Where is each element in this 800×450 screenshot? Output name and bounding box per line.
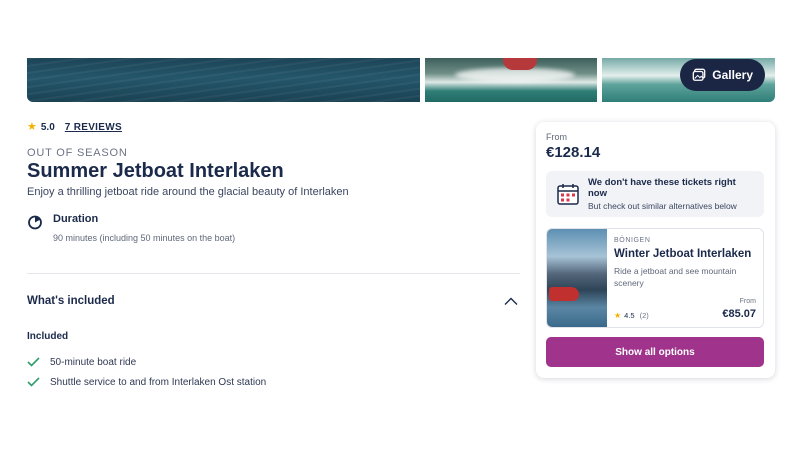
- included-list: 50-minute boat ride Shuttle service to a…: [27, 352, 266, 392]
- included-subheading: Included: [27, 331, 69, 342]
- gallery-button-label: Gallery: [712, 68, 753, 82]
- duration-value: 90 minutes (including 50 minutes on the …: [53, 233, 236, 243]
- jetboat-shape: [503, 58, 537, 70]
- included-item: 50-minute boat ride: [27, 352, 266, 372]
- calendar-unavailable-icon: [557, 184, 579, 205]
- section-divider: [27, 273, 520, 274]
- timer-icon: [28, 215, 42, 230]
- reviews-link[interactable]: 7 REVIEWS: [65, 122, 122, 133]
- boat-spray: [455, 68, 575, 82]
- alternative-from-label: From: [739, 298, 756, 305]
- included-item: Shuttle service to and from Interlaken O…: [27, 372, 266, 392]
- rating-value: 5.0: [40, 122, 55, 133]
- price-value: €128.14: [546, 144, 601, 161]
- star-icon: ★: [614, 310, 622, 320]
- alternative-rating-value: 4.5: [624, 311, 635, 320]
- page-title: Summer Jetboat Interlaken: [27, 160, 284, 182]
- alternative-rating: ★ 4.5 (2): [614, 311, 649, 320]
- booking-card: From €128.14 We don't have these tickets…: [536, 122, 775, 378]
- alternative-price: €85.07: [722, 308, 756, 320]
- duration-label: Duration: [53, 213, 99, 225]
- check-icon: [27, 377, 40, 387]
- jetboat-shape: [549, 287, 579, 301]
- included-item-label: 50-minute boat ride: [50, 356, 137, 368]
- season-status: OUT OF SEASON: [27, 147, 128, 159]
- gallery-icon: [692, 68, 706, 81]
- check-icon: [27, 357, 40, 367]
- product-rating: ★ 5.0 7 REVIEWS: [27, 121, 122, 134]
- page-subtitle: Enjoy a thrilling jetboat ride around th…: [27, 186, 349, 198]
- gallery-photo-wake[interactable]: Gallery: [602, 58, 775, 102]
- show-all-options-button[interactable]: Show all options: [546, 337, 764, 367]
- included-item-label: Shuttle service to and from Interlaken O…: [50, 376, 267, 388]
- gallery-button[interactable]: Gallery: [680, 59, 765, 91]
- gallery-photo-boat[interactable]: [425, 58, 597, 102]
- notice-subtitle: But check out similar alternatives below: [588, 201, 737, 211]
- included-accordion-header[interactable]: What's included: [27, 295, 520, 307]
- alternative-location: BÖNIGEN: [614, 237, 651, 244]
- chevron-up-icon[interactable]: [504, 296, 518, 306]
- alternative-product-card[interactable]: BÖNIGEN Winter Jetboat Interlaken Ride a…: [546, 228, 764, 328]
- alternative-title[interactable]: Winter Jetboat Interlaken: [614, 248, 756, 260]
- duration-block: Duration 90 minutes (including 50 minute…: [27, 213, 235, 243]
- price-from-label: From: [546, 132, 567, 142]
- star-icon: ★: [27, 121, 37, 133]
- gallery-photo-water[interactable]: [27, 58, 420, 102]
- alternative-description: Ride a jetboat and see mountain scenery: [614, 266, 737, 288]
- availability-notice: We don't have these tickets right now Bu…: [546, 171, 764, 217]
- alternative-product-image[interactable]: [547, 229, 607, 327]
- photo-gallery[interactable]: Gallery: [27, 58, 775, 102]
- included-title: What's included: [27, 295, 115, 307]
- notice-title: We don't have these tickets right now: [588, 177, 736, 199]
- alternative-review-count: (2): [639, 311, 649, 320]
